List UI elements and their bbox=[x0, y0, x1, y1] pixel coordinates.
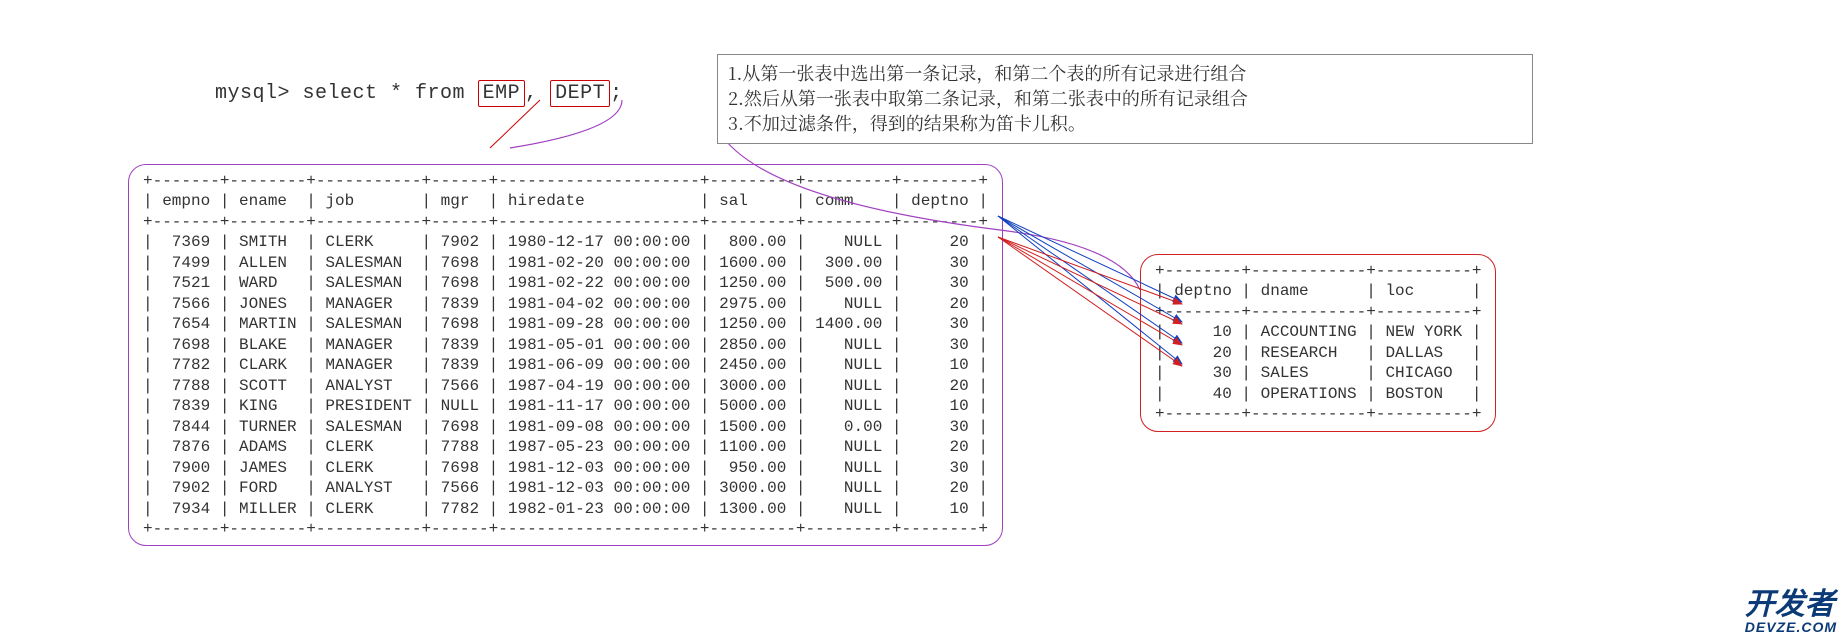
note-line-1: 1.从第一张表中选出第一条记录，和第二个表的所有记录进行组合 bbox=[728, 61, 1522, 86]
sql-token-emp: EMP bbox=[478, 80, 526, 107]
note-line-2: 2.然后从第一张表中取第二条记录，和第二张表中的所有记录组合 bbox=[728, 86, 1522, 111]
watermark-main: 开发者 bbox=[1745, 588, 1835, 621]
note-line-3: 3.不加过滤条件，得到的结果称为笛卡儿积。 bbox=[728, 111, 1522, 136]
watermark: 开发者 DEVZE.COM bbox=[1745, 579, 1837, 635]
sql-prompt: mysql> bbox=[215, 82, 290, 105]
dept-table: +--------+------------+----------+ | dep… bbox=[1140, 254, 1496, 432]
connector-emp-to-table bbox=[490, 100, 540, 148]
sql-comma: , bbox=[525, 82, 550, 105]
emp-table: +-------+--------+-----------+------+---… bbox=[128, 164, 1003, 546]
sql-semicolon: ; bbox=[610, 82, 623, 105]
sql-token-dept: DEPT bbox=[550, 80, 610, 107]
sql-command: mysql> select * from EMP, DEPT; bbox=[215, 82, 623, 105]
watermark-sub: DEVZE.COM bbox=[1745, 619, 1837, 635]
sql-text-head: select * from bbox=[303, 82, 466, 105]
connector-dept-to-table bbox=[510, 100, 622, 148]
explanation-box: 1.从第一张表中选出第一条记录，和第二个表的所有记录进行组合 2.然后从第一张表… bbox=[717, 54, 1533, 144]
